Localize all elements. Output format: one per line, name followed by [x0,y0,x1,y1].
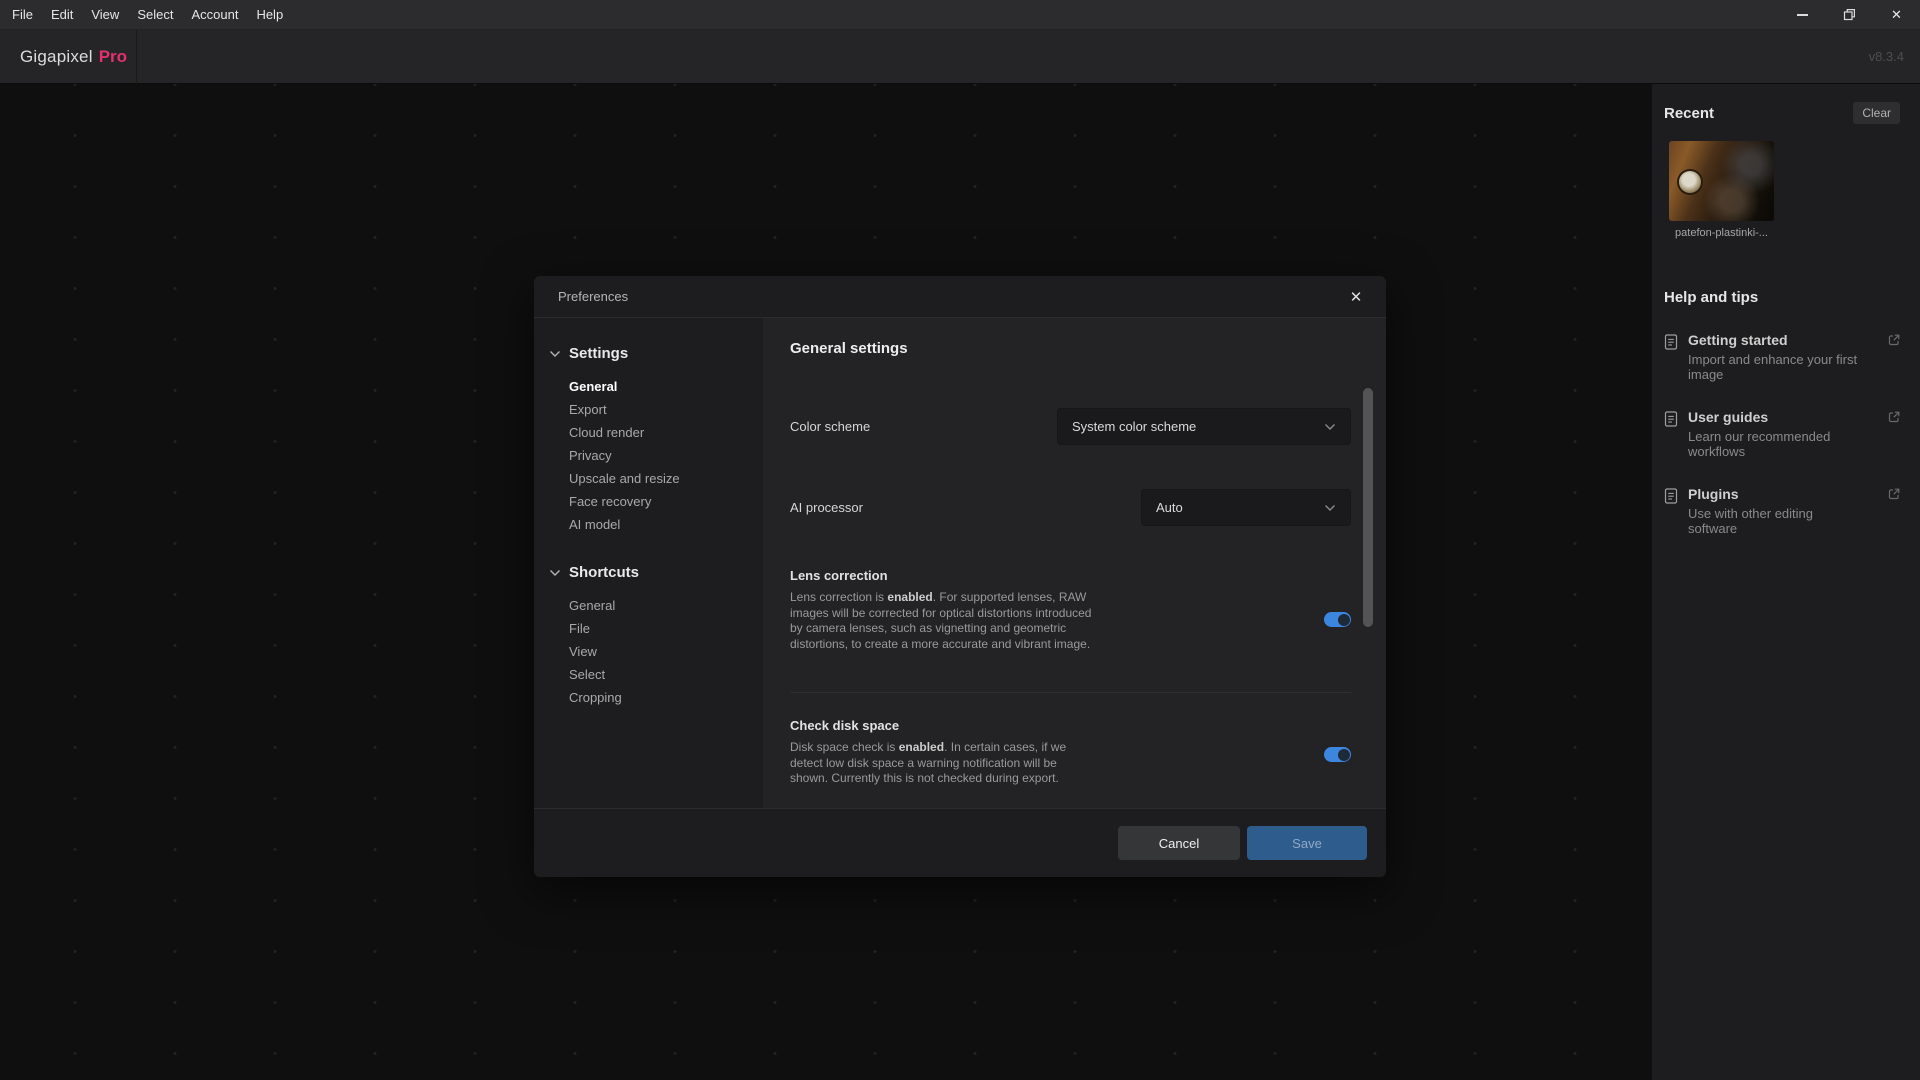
brand-name: Gigapixel [20,47,93,67]
window-controls: ✕ [1779,0,1920,30]
lens-correction-toggle[interactable] [1324,612,1351,627]
chevron-down-icon [1324,504,1336,512]
document-icon [1664,334,1678,350]
menu-edit[interactable]: Edit [51,7,73,22]
help-item-user-guides[interactable]: User guides Learn our recommended workfl… [1664,409,1900,459]
ai-processor-label: AI processor [790,500,863,515]
menu-view[interactable]: View [91,7,119,22]
color-scheme-label: Color scheme [790,419,870,434]
chevron-down-icon [549,569,561,577]
app-header: Gigapixel Pro v8.3.4 [0,30,1920,84]
check-disk-space-description: Disk space check is enabled. In certain … [790,740,1092,787]
external-link-icon [1888,334,1900,346]
recent-thumbnail[interactable] [1669,141,1774,221]
help-and-tips-title: Help and tips [1664,289,1900,306]
lens-correction-label: Lens correction [790,568,888,583]
color-scheme-value: System color scheme [1072,419,1196,434]
nav-item-shortcuts-file[interactable]: File [534,617,763,640]
general-settings-heading: General settings [790,340,908,357]
menu-items: File Edit View Select Account Help [0,7,283,22]
color-scheme-select[interactable]: System color scheme [1057,408,1351,445]
nav-item-shortcuts-view[interactable]: View [534,640,763,663]
app-window: File Edit View Select Account Help ✕ [0,0,1920,1080]
ai-processor-value: Auto [1156,500,1183,515]
clear-recent-button[interactable]: Clear [1853,102,1900,124]
nav-item-ai-model[interactable]: AI model [534,513,763,536]
document-icon [1664,411,1678,427]
document-icon [1664,488,1678,504]
menu-account[interactable]: Account [191,7,238,22]
app-version: v8.3.4 [1869,49,1920,64]
cancel-button[interactable]: Cancel [1118,826,1240,860]
menu-bar: File Edit View Select Account Help ✕ [0,0,1920,30]
nav-item-upscale-and-resize[interactable]: Upscale and resize [534,467,763,490]
nav-section-label: Shortcuts [569,564,639,581]
chevron-down-icon [549,350,561,358]
check-disk-space-label: Check disk space [790,718,899,733]
help-item-desc: Learn our recommended workflows [1688,429,1860,459]
dialog-titlebar: Preferences ✕ [534,276,1386,318]
dialog-footer: Cancel Save [534,808,1386,877]
help-item-plugins[interactable]: Plugins Use with other editing software [1664,486,1900,536]
nav-item-shortcuts-cropping[interactable]: Cropping [534,686,763,709]
menu-select[interactable]: Select [137,7,173,22]
nav-item-settings-general[interactable]: General [534,375,763,398]
nav-section-label: Settings [569,345,628,362]
ai-processor-select[interactable]: Auto [1141,489,1351,526]
dialog-title: Preferences [534,289,628,304]
toggle-knob [1338,614,1350,626]
thumbnail-clock-detail [1679,171,1701,193]
help-item-title: Plugins [1688,486,1860,502]
help-item-title: Getting started [1688,332,1860,348]
help-item-desc: Use with other editing software [1688,506,1860,536]
nav-item-export[interactable]: Export [534,398,763,421]
lens-correction-description: Lens correction is enabled. For supporte… [790,590,1092,652]
dialog-nav: Settings General Export Cloud render Pri… [534,318,763,808]
restore-button[interactable] [1826,0,1873,30]
help-item-title: User guides [1688,409,1860,425]
close-window-icon: ✕ [1891,8,1902,21]
help-item-getting-started[interactable]: Getting started Import and enhance your … [1664,332,1900,382]
help-item-desc: Import and enhance your first image [1688,352,1860,382]
dialog-close-button[interactable]: ✕ [1338,276,1374,318]
menu-file[interactable]: File [12,7,33,22]
nav-item-privacy[interactable]: Privacy [534,444,763,467]
nav-item-cloud-render[interactable]: Cloud render [534,421,763,444]
minimize-button[interactable] [1779,0,1826,30]
dialog-close-icon: ✕ [1350,288,1363,306]
recent-thumbnail-caption: patefon-plastinki-... [1664,227,1779,239]
external-link-icon [1888,488,1900,500]
nav-section-shortcuts[interactable]: Shortcuts [534,564,763,581]
nav-item-shortcuts-select[interactable]: Select [534,663,763,686]
save-button[interactable]: Save [1247,826,1367,860]
app-logo: Gigapixel Pro [0,30,137,84]
close-window-button[interactable]: ✕ [1873,0,1920,30]
nav-item-shortcuts-general[interactable]: General [534,594,763,617]
menu-help[interactable]: Help [256,7,283,22]
check-disk-space-toggle[interactable] [1324,747,1351,762]
chevron-down-icon [1324,423,1336,431]
preferences-dialog: Preferences ✕ Settings General Export Cl… [534,276,1386,877]
section-divider [790,692,1351,693]
external-link-icon [1888,411,1900,423]
recent-title: Recent [1664,105,1714,122]
nav-item-face-recovery[interactable]: Face recovery [534,490,763,513]
content-scrollbar[interactable] [1363,388,1373,627]
dialog-content: General settings Color scheme System col… [763,318,1386,808]
nav-section-settings[interactable]: Settings [534,345,763,362]
restore-icon [1843,8,1856,21]
brand-pro-badge: Pro [99,47,127,67]
right-sidebar: Recent Clear patefon-plastinki-... Help … [1652,84,1920,1080]
minimize-icon [1797,14,1808,16]
toggle-knob [1338,749,1350,761]
